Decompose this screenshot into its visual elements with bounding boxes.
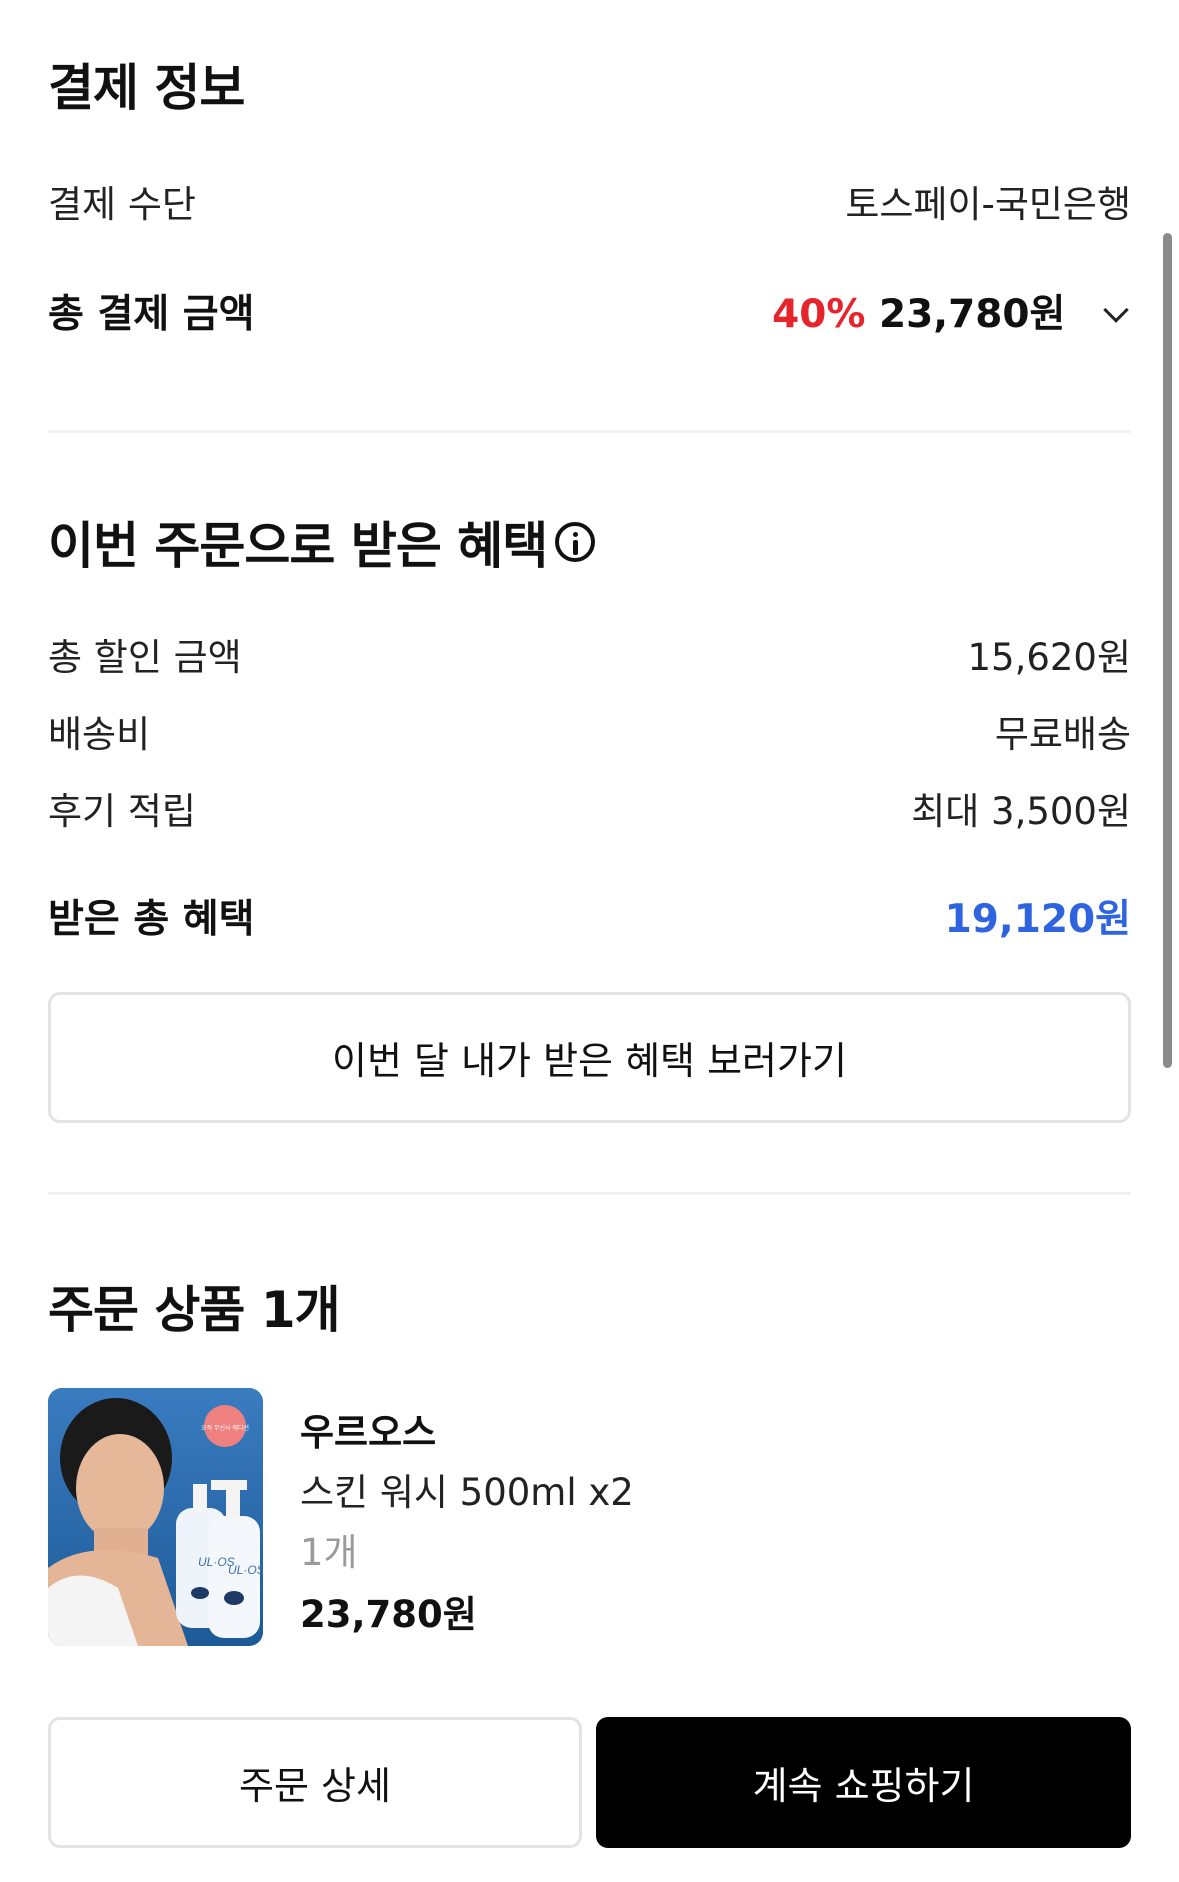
payment-method-value: 토스페이-국민은행 — [845, 183, 1131, 226]
product-badge: 오직 무신사 에디션 — [201, 1424, 249, 1432]
order-detail-button[interactable]: 주문 상세 — [48, 1717, 582, 1848]
product-image[interactable]: UL·OS UL·OS 오직 무신사 에디션 — [48, 1388, 263, 1646]
order-complete-page: 결제 정보 결제 수단 토스페이-국민은행 총 결제 금액 40% 23,780… — [0, 0, 1179, 1882]
order-detail-label: 주문 상세 — [239, 1764, 391, 1808]
divider — [48, 1192, 1131, 1195]
continue-shopping-button[interactable]: 계속 쇼핑하기 — [596, 1717, 1131, 1848]
shipping-fee-value: 무료배송 — [994, 713, 1131, 756]
info-icon[interactable] — [555, 522, 596, 562]
total-payment-toggle[interactable]: 40% 23,780원 — [772, 283, 1131, 339]
bottle-logo: UL·OS — [228, 1563, 263, 1577]
total-discount-value: 15,620원 — [967, 636, 1131, 679]
review-reward-value: 최대 3,500원 — [911, 790, 1131, 833]
scrollbar[interactable] — [1163, 233, 1172, 1068]
product-name[interactable]: 스킨 워시 500ml x2 — [300, 1462, 634, 1516]
total-discount-label: 총 할인 금액 — [48, 636, 242, 679]
product-quantity: 1개 — [300, 1531, 358, 1574]
benefits-title: 이번 주문으로 받은 혜택 — [48, 506, 596, 578]
total-benefit-label: 받은 총 혜택 — [48, 897, 255, 942]
view-monthly-benefits-button[interactable]: 이번 달 내가 받은 혜택 보러가기 — [48, 992, 1131, 1123]
product-price: 23,780원 — [300, 1593, 477, 1636]
chevron-down-icon[interactable] — [1103, 297, 1129, 323]
discount-rate: 40% — [772, 292, 866, 337]
divider — [48, 430, 1131, 433]
payment-info-title: 결제 정보 — [48, 59, 245, 117]
benefits-title-text: 이번 주문으로 받은 혜택 — [48, 517, 548, 575]
continue-shopping-label: 계속 쇼핑하기 — [752, 1764, 975, 1808]
shipping-fee-label: 배송비 — [48, 713, 151, 756]
view-monthly-benefits-label: 이번 달 내가 받은 혜택 보러가기 — [332, 1039, 847, 1083]
total-payment-label: 총 결제 금액 — [48, 292, 255, 337]
total-payment-value: 23,780원 — [879, 292, 1066, 337]
review-reward-label: 후기 적립 — [48, 790, 196, 833]
payment-method-label: 결제 수단 — [48, 183, 196, 226]
order-items-title: 주문 상품 1개 — [48, 1281, 341, 1339]
total-benefit-value: 19,120원 — [944, 897, 1131, 942]
product-brand[interactable]: 우르오스 — [300, 1402, 436, 1456]
